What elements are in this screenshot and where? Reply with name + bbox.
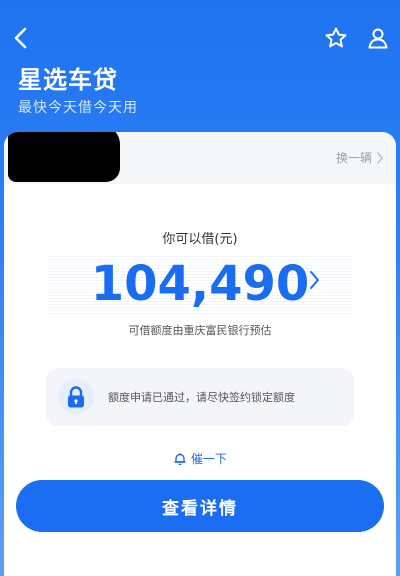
chevron-right-icon[interactable] <box>307 269 321 291</box>
page-title: 星选车贷 <box>18 66 118 94</box>
lock-icon-badge <box>58 379 94 415</box>
user-outline-icon[interactable] <box>366 26 390 50</box>
car-selector-row[interactable]: 换一辆 <box>4 132 396 184</box>
lock-icon <box>68 386 84 408</box>
header: 星选车贷 最快今天借今天用 <box>0 0 400 140</box>
view-details-button[interactable]: 查看详情 <box>16 480 384 532</box>
notice-text: 额度申请已通过，请尽快签约锁定额度 <box>108 391 295 404</box>
back-arrow-icon[interactable] <box>10 26 32 50</box>
bell-icon <box>174 452 186 465</box>
remind-button[interactable]: 催一下 <box>4 450 396 467</box>
loan-amount[interactable]: 104,490 <box>4 256 396 312</box>
redacted-car-info <box>8 132 120 182</box>
chevron-right-icon <box>377 151 383 164</box>
switch-car-label: 换一辆 <box>335 151 372 165</box>
borrow-amount-label: 你可以借(元) <box>162 232 238 247</box>
loan-card: 换一辆 你可以借(元) 104,490 可借额度由重庆富民银行预估 额度申请已通… <box>4 132 396 576</box>
star-outline-icon[interactable] <box>324 26 348 50</box>
estimate-note: 可借额度由重庆富民银行预估 <box>128 324 272 337</box>
approval-notice: 额度申请已通过，请尽快签约锁定额度 <box>46 368 354 426</box>
page-subtitle: 最快今天借今天用 <box>18 100 138 116</box>
switch-car-button[interactable]: 换一辆 <box>336 149 384 166</box>
remind-label: 催一下 <box>190 452 227 466</box>
